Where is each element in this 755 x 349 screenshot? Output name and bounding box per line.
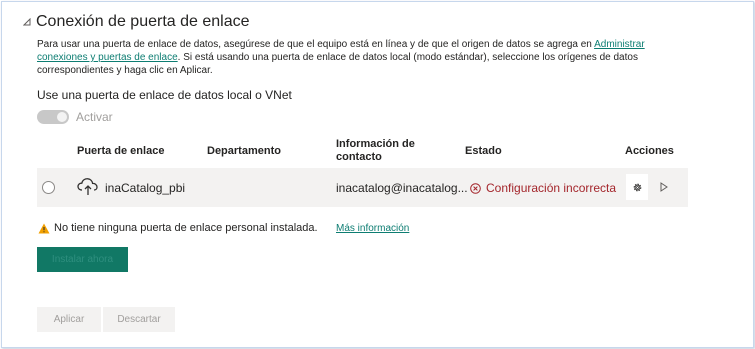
- contact-email: inacatalog@inacatalog...: [336, 181, 468, 195]
- personal-gateway-warning: No tiene ninguna puerta de enlace person…: [38, 222, 318, 234]
- gateway-connection-panel: Conexión de puerta de enlace Para usar u…: [1, 1, 754, 348]
- gear-icon: [633, 183, 641, 191]
- gateway-name: inaCatalog_pbi: [105, 181, 186, 195]
- install-now-button[interactable]: Instalar ahora: [37, 247, 128, 272]
- gateway-radio-button[interactable]: [42, 181, 55, 194]
- warning-text: No tiene ninguna puerta de enlace person…: [54, 222, 318, 234]
- more-info-link[interactable]: Más información: [336, 223, 409, 234]
- error-circle-icon: [470, 182, 481, 194]
- local-gateway-toggle-row: Activar: [37, 110, 113, 124]
- header-department: Departamento: [207, 145, 281, 157]
- header-status: Estado: [465, 145, 502, 157]
- expand-arrow-icon[interactable]: [660, 182, 668, 192]
- local-gateway-label: Use una puerta de enlace de datos local …: [37, 88, 292, 102]
- section-title: Conexión de puerta de enlace: [36, 13, 250, 30]
- description-text-1: Para usar una puerta de enlace de datos,…: [37, 39, 595, 50]
- section-header[interactable]: Conexión de puerta de enlace: [23, 13, 250, 31]
- section-description: Para usar una puerta de enlace de datos,…: [37, 38, 687, 77]
- header-contact-line1: Información de: [336, 138, 415, 150]
- toggle-knob: [57, 112, 67, 122]
- cloud-upload-icon: [77, 178, 98, 195]
- apply-button[interactable]: Aplicar: [37, 307, 101, 332]
- header-gateway: Puerta de enlace: [77, 145, 165, 157]
- header-actions: Acciones: [625, 145, 674, 157]
- header-contact-line2: contacto: [336, 151, 382, 163]
- header-contact: Información de contacto: [336, 138, 415, 164]
- status-text: Configuración incorrecta: [486, 181, 617, 195]
- warning-icon: [38, 223, 50, 233]
- settings-button[interactable]: [626, 174, 648, 200]
- collapse-triangle-icon[interactable]: [23, 18, 31, 26]
- toggle-label: Activar: [76, 110, 113, 124]
- status-cell: Configuración incorrecta: [470, 181, 616, 195]
- discard-button[interactable]: Descartar: [103, 307, 175, 332]
- local-gateway-toggle[interactable]: [37, 110, 69, 124]
